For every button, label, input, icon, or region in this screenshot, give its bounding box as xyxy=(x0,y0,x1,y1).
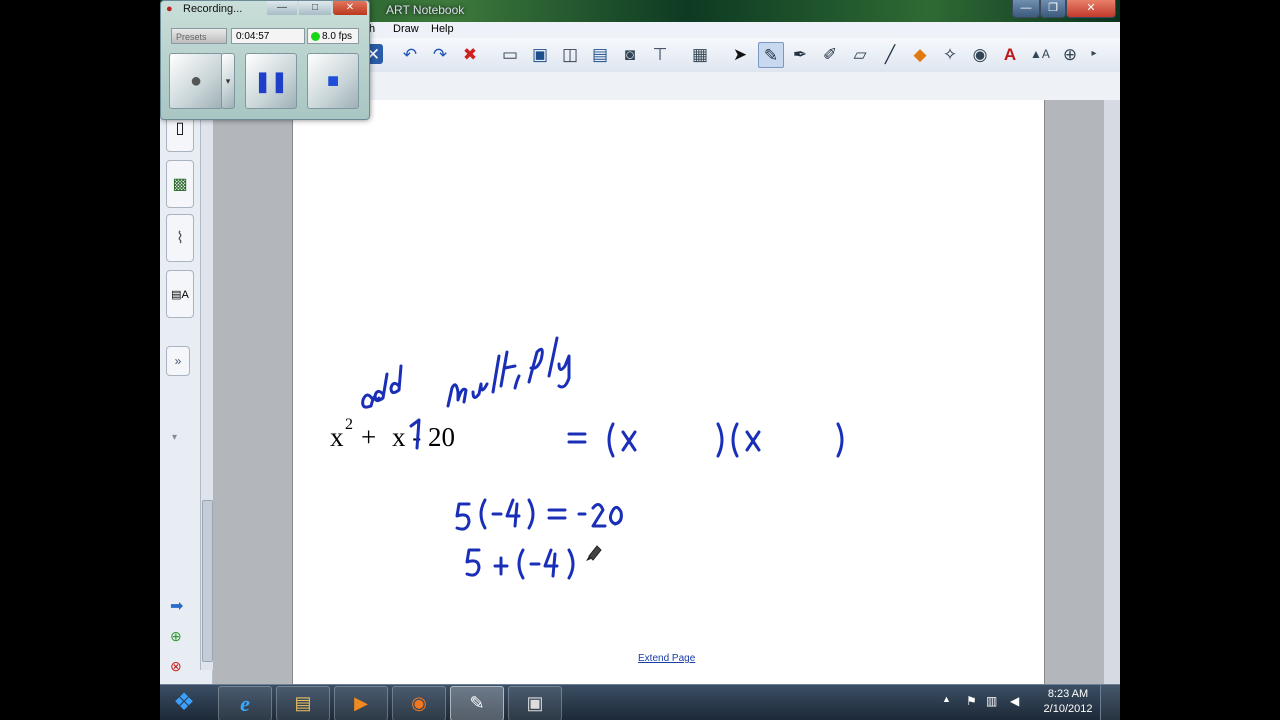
eraser-icon[interactable]: ▱ xyxy=(848,42,872,66)
window-title: ART Notebook xyxy=(386,3,465,17)
stop-button-icon[interactable]: ■ xyxy=(307,53,359,109)
action-center-flag-icon[interactable]: ⚑ xyxy=(966,694,977,708)
media-player-icon[interactable]: ▶ xyxy=(334,686,388,720)
sidebar-scrollbar[interactable] xyxy=(200,100,213,670)
expand-sidebar-icon[interactable]: » xyxy=(166,346,190,376)
maximize-button[interactable]: ❐ xyxy=(1040,0,1066,18)
equation-x: x xyxy=(330,422,344,452)
more-tools-chevron-icon[interactable]: ▸ xyxy=(1082,42,1106,66)
measurement-icon[interactable]: ⊕ xyxy=(1058,42,1082,66)
system-clock[interactable]: 8:23 AM 2/10/2012 xyxy=(1040,687,1096,717)
scrollbar-thumb[interactable] xyxy=(202,500,213,662)
capture-icon[interactable]: ◙ xyxy=(618,42,642,66)
equation-plus: + xyxy=(361,422,377,452)
undo-icon[interactable]: ↶ xyxy=(398,42,422,66)
desktop-screen: ART Notebook — ❐ ✕ th Draw Help ✕ ↶ ↷ ✖ … xyxy=(160,0,1120,720)
network-icon[interactable]: ▥ xyxy=(986,694,997,708)
menu-draw[interactable]: Draw xyxy=(393,23,419,35)
sidebar-down-arrow-icon: ▾ xyxy=(172,432,178,443)
minimize-button[interactable]: — xyxy=(1012,0,1040,18)
attachments-tab-icon[interactable]: ⌇ xyxy=(166,214,194,262)
internet-explorer-icon[interactable]: e xyxy=(218,686,272,720)
recording-fps: 8.0 fps xyxy=(307,28,359,44)
menu-help[interactable]: Help xyxy=(431,23,454,35)
magic-wand-icon[interactable]: ✧ xyxy=(938,42,962,66)
fps-value: 8.0 fps xyxy=(322,31,353,42)
extend-page-link[interactable]: Extend Page xyxy=(638,653,695,664)
document-camera-icon[interactable]: ⊤ xyxy=(648,42,672,66)
recorder-presets-dropdown[interactable]: Presets xyxy=(171,28,227,44)
clock-date: 2/10/2012 xyxy=(1043,703,1093,715)
recorder-close-button[interactable]: ✕ xyxy=(333,1,367,15)
text-icon[interactable]: A xyxy=(998,42,1022,66)
right-edge-panel xyxy=(1104,100,1120,684)
start-button-icon[interactable]: ❖ xyxy=(162,686,206,719)
recorder-maximize-button[interactable]: □ xyxy=(299,1,331,15)
pause-button-icon[interactable]: ❚❚ xyxy=(245,53,297,109)
full-screen-icon[interactable]: ▣ xyxy=(528,42,552,66)
recorder-minimize-button[interactable]: — xyxy=(267,1,297,15)
recorder-title: Recording... xyxy=(183,3,243,15)
redo-icon[interactable]: ↷ xyxy=(428,42,452,66)
screen-recorder-panel[interactable]: ● Recording... — □ ✕ Presets 0:04:57 8.0… xyxy=(160,0,370,120)
delete-icon[interactable]: ✖ xyxy=(458,42,482,66)
fps-status-dot xyxy=(311,32,320,41)
file-explorer-icon[interactable]: ▤ xyxy=(276,686,330,720)
table-icon[interactable]: ▦ xyxy=(688,42,712,66)
display-icon[interactable]: ▤ xyxy=(588,42,612,66)
smart-notebook-taskbar-icon[interactable]: ✎ xyxy=(450,686,504,720)
volume-icon[interactable]: ◀ xyxy=(1010,694,1019,708)
close-button[interactable]: ✕ xyxy=(1066,0,1116,18)
shapes-icon[interactable]: ◆ xyxy=(908,42,932,66)
firefox-icon[interactable]: ◉ xyxy=(392,686,446,720)
record-button-icon[interactable]: ● xyxy=(169,53,223,109)
pen-icon[interactable]: ✎ xyxy=(758,42,784,68)
fill-icon[interactable]: ◉ xyxy=(968,42,992,66)
recorder-taskbar-icon[interactable]: ▣ xyxy=(508,686,562,720)
magic-pen-icon[interactable]: ✐ xyxy=(818,42,842,66)
properties-icon[interactable]: ▲A xyxy=(1028,42,1052,66)
record-options-chevron-icon[interactable]: ▾ xyxy=(221,53,235,109)
select-arrow-icon[interactable]: ➤ xyxy=(728,42,752,66)
creative-pen-icon[interactable]: ✒ xyxy=(788,42,812,66)
move-sidebar-arrow-icon[interactable]: ➡ xyxy=(170,596,183,616)
clock-time: 8:23 AM xyxy=(1047,688,1089,700)
properties-tab-icon[interactable]: ▤A xyxy=(166,270,194,318)
whiteboard-workarea: x 2 + x - 20 Extend Page xyxy=(213,100,1120,684)
tray-show-hidden-icon[interactable]: ▲ xyxy=(942,694,951,704)
recording-timer: 0:04:57 xyxy=(231,28,305,44)
transparent-bg-icon[interactable]: ◫ xyxy=(558,42,582,66)
add-page-icon[interactable]: ⊕ xyxy=(170,628,182,645)
remove-page-icon[interactable]: ⊗ xyxy=(170,658,182,675)
show-desktop-button[interactable] xyxy=(1100,685,1120,720)
equation-exponent: 2 xyxy=(345,416,353,433)
line-icon[interactable]: ╱ xyxy=(878,42,902,66)
screen-shade-icon[interactable]: ▭ xyxy=(498,42,522,66)
notebook-page[interactable]: x 2 + x - 20 Extend Page xyxy=(292,100,1045,684)
equation-rest: x - 20 xyxy=(392,422,455,452)
gallery-tab-icon[interactable]: ▩ xyxy=(166,160,194,208)
windows-taskbar: ❖ e ▤ ▶ ◉ ✎ ▣ ▲ ⚑ ▥ ◀ 8:23 AM 2/10/2012 xyxy=(160,684,1120,720)
recorder-logo-icon: ● xyxy=(166,3,173,15)
